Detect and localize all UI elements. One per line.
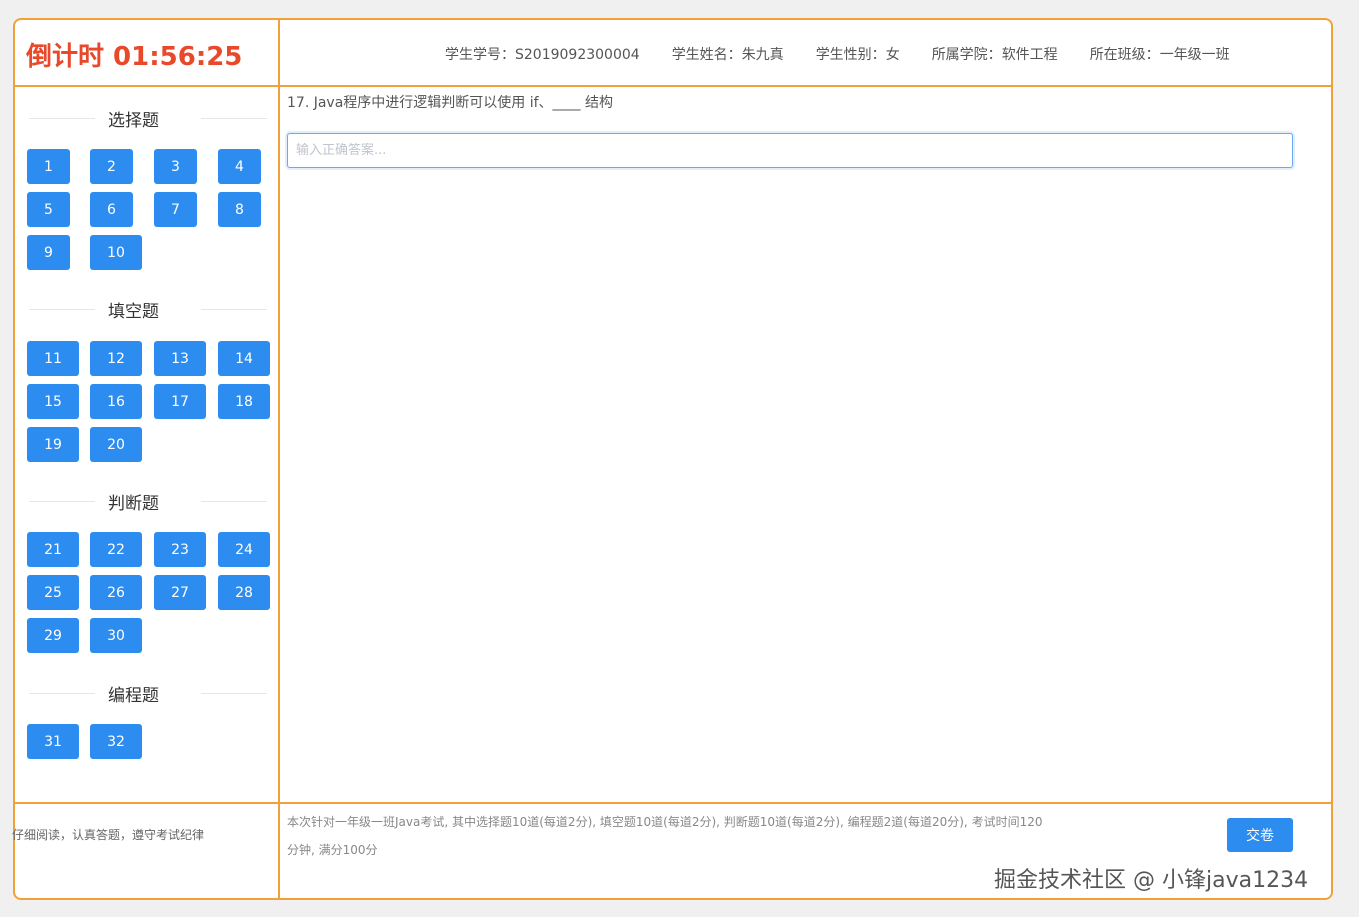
question-nav-button[interactable]: 31 (27, 724, 79, 759)
student-name: 学生姓名：朱九真 (671, 47, 784, 63)
question-nav-button[interactable]: 17 (154, 384, 206, 419)
question-nav-button[interactable]: 20 (90, 427, 142, 462)
exam-notice: 仔细阅读，认真答题，遵守考试纪律 (12, 828, 205, 842)
divider-line (201, 309, 267, 310)
question-nav-button[interactable]: 22 (90, 532, 142, 567)
question-nav-button[interactable]: 23 (154, 532, 206, 567)
question-nav-button[interactable]: 7 (154, 192, 197, 227)
section-title: 判断题 (27, 489, 267, 514)
question-nav-button[interactable]: 6 (90, 192, 133, 227)
section-title: 编程题 (27, 681, 267, 706)
question-nav-button[interactable]: 16 (90, 384, 142, 419)
question-nav-button[interactable]: 13 (154, 341, 206, 376)
question-nav-button[interactable]: 27 (154, 575, 206, 610)
question-nav-button[interactable]: 29 (27, 618, 79, 653)
question-nav-button[interactable]: 11 (27, 341, 79, 376)
question-nav-button[interactable]: 32 (90, 724, 142, 759)
question-nav-button[interactable]: 2 (90, 149, 133, 184)
question-nav-button[interactable]: 15 (27, 384, 79, 419)
question-nav-button[interactable]: 14 (218, 341, 270, 376)
question-nav-button[interactable]: 21 (27, 532, 79, 567)
section-title: 选择题 (27, 106, 267, 131)
question-nav-button[interactable]: 18 (218, 384, 270, 419)
question-nav-button[interactable]: 25 (27, 575, 79, 610)
question-nav-button[interactable]: 1 (27, 149, 70, 184)
watermark: 掘金技术社区 @ 小锋java1234 (994, 868, 1309, 893)
question-nav-button[interactable]: 4 (218, 149, 261, 184)
question-nav-button[interactable]: 12 (90, 341, 142, 376)
section-title: 填空题 (27, 297, 267, 322)
student-class: 所在班级：一年级一班 (1089, 47, 1230, 63)
exam-description: 本次针对一年级一班Java考试, 其中选择题10道(每道2分), 填空题10道(… (287, 815, 1043, 857)
answer-input[interactable] (287, 133, 1293, 168)
sidebar-divider (278, 20, 280, 898)
divider-line (201, 118, 267, 119)
question-nav-button[interactable]: 5 (27, 192, 70, 227)
student-info-bar: 学生学号：S2019092300004 学生姓名：朱九真 学生性别：女 所属学院… (445, 44, 1230, 64)
student-gender: 学生性别：女 (815, 47, 900, 63)
divider-line (201, 501, 267, 502)
question-nav-button[interactable]: 8 (218, 192, 261, 227)
student-college: 所属学院：软件工程 (931, 47, 1058, 63)
question-nav-button[interactable]: 24 (218, 532, 270, 567)
question-nav-button[interactable]: 30 (90, 618, 142, 653)
header-divider (15, 85, 1331, 87)
question-nav-button[interactable]: 3 (154, 149, 197, 184)
divider-line (201, 693, 267, 694)
question-nav-button[interactable]: 10 (90, 235, 142, 270)
footer-divider (15, 802, 1331, 804)
student-id: 学生学号：S2019092300004 (445, 47, 640, 63)
question-nav-button[interactable]: 28 (218, 575, 270, 610)
question-nav-button[interactable]: 26 (90, 575, 142, 610)
submit-button[interactable]: 交卷 (1227, 818, 1293, 852)
question-nav-button[interactable]: 19 (27, 427, 79, 462)
countdown-timer: 倒计时 01:56:25 (26, 42, 243, 72)
question-nav-button[interactable]: 9 (27, 235, 70, 270)
question-text: 17. Java程序中进行逻辑判断可以使用 if、____ 结构 (287, 95, 614, 111)
